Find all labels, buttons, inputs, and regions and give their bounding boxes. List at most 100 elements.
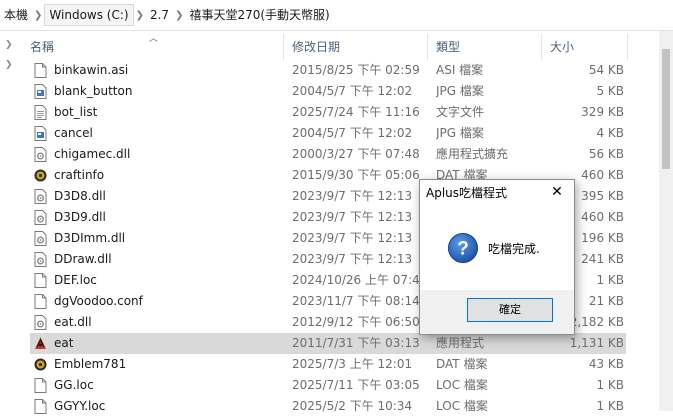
file-date: 2025/7/24 下午 11:16 [292, 105, 420, 119]
dat-icon [34, 169, 47, 182]
table-row[interactable]: GG.loc 2025/7/11 下午 03:05 LOC 檔案 1 KB [30, 375, 626, 396]
chevron-right-icon[interactable]: ❯ [173, 10, 185, 21]
dll-icon [34, 315, 47, 330]
file-date: 2025/7/3 上午 12:01 [292, 357, 413, 371]
navigation-pane: ❯ ❯ [0, 31, 22, 411]
file-type: JPG 檔案 [436, 126, 484, 140]
table-row[interactable]: chigamec.dll 2000/3/27 下午 07:48 應用程式擴充 5… [30, 144, 626, 165]
file-icon [34, 294, 47, 309]
file-name: eat [54, 336, 74, 350]
scrollbar-thumb[interactable] [662, 49, 670, 169]
file-type: 應用程式 [436, 336, 485, 350]
dialog-footer: 確定 [420, 290, 574, 334]
file-size: 329 KB [581, 105, 624, 119]
table-row[interactable]: bot_list 2025/7/24 下午 11:16 文字文件 329 KB [30, 102, 626, 123]
file-size: 4 KB [596, 126, 624, 140]
file-name: dgVoodoo.conf [54, 294, 143, 308]
file-date: 2015/9/30 下午 05:06 [292, 168, 420, 182]
dialog-message: 吃檔完成. [488, 242, 540, 256]
file-date: 2025/5/2 下午 10:34 [292, 399, 413, 413]
file-size: 43 KB [588, 357, 624, 371]
address-bar[interactable]: 本機 ❯ Windows (C:) ❯ 2.7 ❯ 禧事天堂270(手動天幣服) [0, 0, 673, 31]
file-date: 2023/9/7 下午 12:13 [292, 189, 413, 203]
file-name: GGYY.loc [54, 399, 106, 413]
column-name[interactable]: 名稱 [22, 34, 284, 60]
file-name: GG.loc [54, 378, 94, 392]
app-icon [35, 337, 46, 349]
dll-icon [34, 189, 47, 204]
text-file-icon [34, 105, 47, 120]
vertical-scrollbar[interactable] [659, 31, 673, 411]
column-type[interactable]: 類型 [428, 34, 542, 60]
column-date[interactable]: 修改日期 [284, 34, 428, 60]
file-name: DEF.loc [54, 273, 97, 287]
file-type: 文字文件 [436, 105, 485, 119]
file-date: 2000/3/27 下午 07:48 [292, 147, 420, 161]
dll-icon [34, 147, 47, 162]
file-date: 2004/5/7 下午 12:02 [292, 126, 413, 140]
table-row[interactable]: binkawin.asi 2015/8/25 下午 02:59 ASI 檔案 5… [30, 60, 626, 81]
file-name: chigamec.dll [54, 147, 131, 161]
file-size: 1 KB [596, 378, 624, 392]
breadcrumb-drive-c[interactable]: Windows (C:) [44, 4, 134, 26]
chevron-right-icon[interactable]: ❯ [5, 60, 13, 70]
dll-icon [34, 252, 47, 267]
dll-icon [34, 231, 47, 246]
file-name: blank_button [54, 84, 133, 98]
file-type: 應用程式擴充 [436, 147, 509, 161]
chevron-right-icon[interactable]: ❯ [32, 10, 44, 21]
dll-icon [34, 210, 47, 225]
file-name: D3D8.dll [54, 189, 106, 203]
chevron-right-icon[interactable]: ❯ [134, 10, 146, 21]
file-date: 2015/8/25 下午 02:59 [292, 63, 420, 77]
file-size: 1,131 KB [569, 336, 624, 350]
message-dialog: Aplus吃檔程式 ✕ ? 吃檔完成. 確定 [419, 179, 575, 335]
file-name: eat.dll [54, 315, 92, 329]
file-size: 1 KB [596, 399, 624, 413]
file-date: 2023/9/7 下午 12:13 [292, 252, 413, 266]
file-size: 54 KB [588, 63, 624, 77]
table-row[interactable]: GGYY.loc 2025/5/2 下午 10:34 LOC 檔案 1 KB [30, 396, 626, 417]
jpg-icon [34, 126, 47, 141]
file-date: 2023/9/7 下午 12:13 [292, 231, 413, 245]
question-icon: ? [448, 233, 478, 263]
file-date: 2024/10/26 上午 07:48 [292, 273, 428, 287]
file-name: binkawin.asi [54, 63, 129, 77]
table-row[interactable]: Emblem781 2025/7/3 上午 12:01 DAT 檔案 43 KB [30, 354, 626, 375]
breadcrumb-this-pc[interactable]: 本機 [0, 5, 32, 25]
table-row-selected[interactable]: eat 2011/7/31 下午 03:13 應用程式 1,131 KB [30, 333, 626, 354]
file-date: 2023/11/7 下午 08:14 [292, 294, 420, 308]
file-date: 2004/5/7 下午 12:02 [292, 84, 413, 98]
file-date: 2011/7/31 下午 03:13 [292, 336, 420, 350]
file-icon [34, 273, 47, 288]
close-icon[interactable]: ✕ [548, 183, 566, 201]
file-size: 5 KB [596, 84, 624, 98]
file-name: cancel [54, 126, 93, 140]
file-icon [34, 378, 47, 393]
jpg-icon [34, 84, 47, 99]
chevron-right-icon[interactable]: ❯ [5, 40, 13, 50]
dialog-body: ? 吃檔完成. [420, 206, 574, 290]
dialog-title: Aplus吃檔程式 [426, 186, 508, 200]
svg-text:?: ? [457, 239, 469, 260]
ok-button[interactable]: 確定 [467, 298, 553, 322]
file-date: 2023/9/7 下午 12:13 [292, 210, 413, 224]
breadcrumb-folder-27[interactable]: 2.7 [146, 5, 173, 25]
file-size: 56 KB [588, 147, 624, 161]
table-row[interactable]: cancel 2004/5/7 下午 12:02 JPG 檔案 4 KB [30, 123, 626, 144]
dat-icon [34, 358, 47, 371]
file-name: D3DImm.dll [54, 231, 126, 245]
table-row[interactable]: blank_button 2004/5/7 下午 12:02 JPG 檔案 5 … [30, 81, 626, 102]
file-name: Emblem781 [54, 357, 127, 371]
file-type: LOC 檔案 [436, 378, 488, 392]
dialog-titlebar[interactable]: Aplus吃檔程式 ✕ [420, 180, 574, 206]
file-date: 2025/7/11 下午 03:05 [292, 378, 420, 392]
file-icon [34, 399, 47, 414]
file-name: bot_list [54, 105, 98, 119]
file-name: craftinfo [54, 168, 105, 182]
file-icon [34, 63, 47, 78]
column-size[interactable]: 大小 [542, 34, 628, 60]
breadcrumb-current-folder[interactable]: 禧事天堂270(手動天幣服) [185, 5, 333, 25]
file-type: ASI 檔案 [436, 63, 484, 77]
file-name: D3D9.dll [54, 210, 106, 224]
